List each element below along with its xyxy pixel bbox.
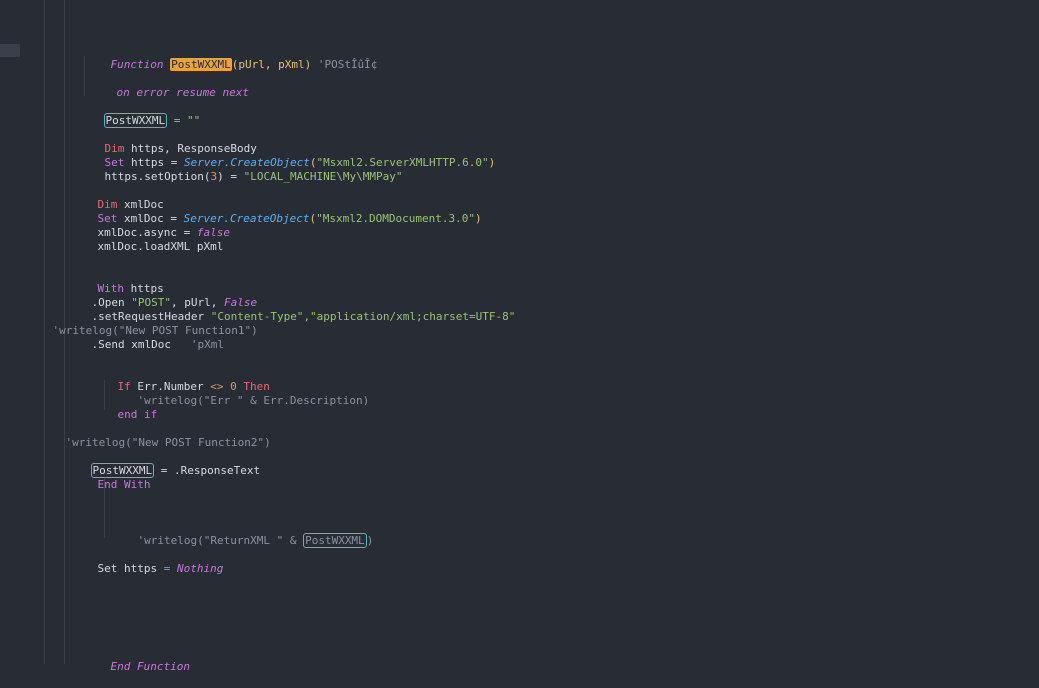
assignment: = "": [167, 114, 201, 127]
string: "LOCAL_MACHINE\My\MMPay": [243, 170, 403, 183]
code-line-dim-https[interactable]: Dim https, ResponseBody: [78, 128, 257, 155]
keyword: end if: [117, 408, 158, 421]
code-text: https.setOption(: [104, 170, 211, 183]
comment: ): [366, 534, 374, 547]
code-line-set-https[interactable]: Set https = Server.CreateObject("Msxml2.…: [78, 142, 496, 169]
code-line-response[interactable]: PostWXXML = .ResponseText: [64, 450, 260, 478]
code-line-loadxml[interactable]: xmlDoc.loadXML pXml: [71, 226, 224, 253]
keyword: End Function: [110, 660, 190, 673]
code-line-comment-err[interactable]: 'writelog("Err " & Err.Description): [111, 380, 370, 407]
code-line-send[interactable]: .Send xmlDoc 'pXml: [65, 324, 224, 351]
string: "Msxml2.DOMDocument.3.0": [316, 212, 476, 225]
code-line-comment-2[interactable]: 'writelog("New POST Function2"): [39, 422, 271, 449]
function-name-occurrence: PostWXXML: [303, 533, 367, 548]
code-line-function-decl[interactable]: Function PostWXXML(pUrl, pXml) 'POStÎûÎ¢: [84, 44, 377, 71]
code-line-dim-xmldoc[interactable]: Dim xmlDoc: [71, 184, 164, 211]
code-line-comment-return[interactable]: 'writelog("ReturnXML " & PostWXXML): [111, 520, 373, 548]
code-text: .Send xmlDoc: [91, 338, 171, 351]
comment: 'writelog("Err " & Err.Description): [137, 394, 370, 407]
comment: 'writelog("New POST Function2"): [65, 436, 271, 449]
statement: on error resume next: [116, 86, 249, 99]
code-text: Set https: [97, 562, 164, 575]
params: (pUrl, pXml): [231, 58, 312, 71]
comment: 'POStÎûÎ¢: [311, 58, 378, 71]
keyword: Function: [110, 58, 164, 71]
function-name-selected: PostWXXML: [170, 58, 232, 71]
code-line-set-xmldoc[interactable]: Set xmlDoc = Server.CreateObject("Msxml2…: [71, 198, 482, 225]
code-text: = .ResponseText: [154, 464, 261, 477]
code-line-set-option[interactable]: https.setOption(3) = "LOCAL_MACHINE\My\M…: [78, 156, 403, 183]
code-line-end-function[interactable]: End Function: [84, 646, 190, 673]
code-line-async[interactable]: xmlDoc.async = false: [71, 212, 230, 239]
code-line-assign-empty[interactable]: PostWXXML = "": [77, 100, 200, 128]
operator: =: [163, 562, 177, 575]
function-name-occurrence: PostWXXML: [103, 113, 168, 128]
code-line-with[interactable]: With https: [71, 268, 164, 295]
literal: Nothing: [176, 562, 224, 575]
comment: 'writelog("ReturnXML " &: [137, 534, 304, 547]
code-line-if[interactable]: If Err.Number <> 0 Then: [91, 366, 270, 393]
code-line-end-if[interactable]: end if: [91, 394, 158, 421]
code-text: xmlDoc.loadXML pXml: [97, 240, 224, 253]
string: ,"application/xml;charset=UTF-8": [303, 310, 516, 323]
gutter-current-line-marker: [0, 44, 20, 57]
code-text: ) =: [217, 170, 244, 183]
code-line-on-error[interactable]: on error resume next: [90, 72, 249, 99]
code-line-set-nothing[interactable]: Set https = Nothing: [71, 548, 224, 575]
code-line-comment-1[interactable]: 'writelog("New POST Function1"): [26, 310, 258, 337]
code-line-open[interactable]: .Open "POST", pUrl, False: [65, 282, 258, 309]
method: CreateObject: [229, 212, 310, 225]
keyword: End With: [97, 478, 151, 491]
editor-gutter: [0, 0, 22, 664]
comment: 'pXml: [170, 338, 224, 351]
code-line-end-with[interactable]: End With: [71, 464, 151, 491]
code-line-request-header[interactable]: .setRequestHeader "Content-Type","applic…: [65, 296, 516, 323]
